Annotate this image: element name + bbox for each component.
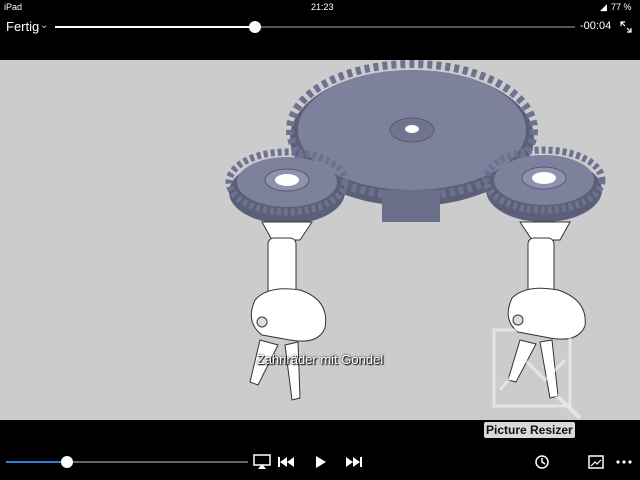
left-gondola: [249, 221, 327, 401]
video-frame[interactable]: Zahnräder mit Gondel: [0, 60, 640, 420]
scrubber-handle[interactable]: [249, 21, 262, 33]
right-gear: [482, 146, 606, 222]
volume-slider[interactable]: [6, 456, 248, 468]
player-bottom-bar: [0, 444, 640, 480]
player-top-bar: Fertig ⌄ -00:04: [0, 14, 640, 40]
speed-icon[interactable]: [530, 450, 554, 474]
left-gear: [225, 148, 349, 224]
skip-back-icon[interactable]: [274, 450, 298, 474]
airplay-icon[interactable]: [250, 450, 274, 474]
wifi-icon: ◢: [600, 2, 607, 12]
skip-forward-icon[interactable]: [342, 450, 366, 474]
status-bar: iPad 21:23 ◢ 77 %: [0, 0, 640, 14]
playback-progress: [55, 26, 256, 28]
fullscreen-icon[interactable]: [619, 20, 633, 34]
play-icon[interactable]: [308, 450, 332, 474]
status-time: 21:23: [311, 2, 334, 12]
volume-level: [6, 461, 67, 463]
done-button[interactable]: Fertig: [6, 19, 39, 34]
device-name: iPad: [4, 2, 23, 12]
video-subtitle: Zahnräder mit Gondel: [256, 352, 384, 367]
time-remaining: -00:04: [580, 20, 612, 32]
watermark-logo: [492, 328, 582, 420]
picture-in-picture-icon[interactable]: [584, 450, 608, 474]
volume-handle[interactable]: [60, 456, 73, 468]
right-gondola: [507, 221, 586, 399]
more-icon[interactable]: [612, 450, 636, 474]
chevron-down-icon[interactable]: ⌄: [40, 20, 48, 31]
battery-level: 77 %: [611, 2, 632, 12]
playback-scrubber[interactable]: [55, 21, 575, 33]
watermark-text: Picture Resizer: [484, 422, 575, 438]
